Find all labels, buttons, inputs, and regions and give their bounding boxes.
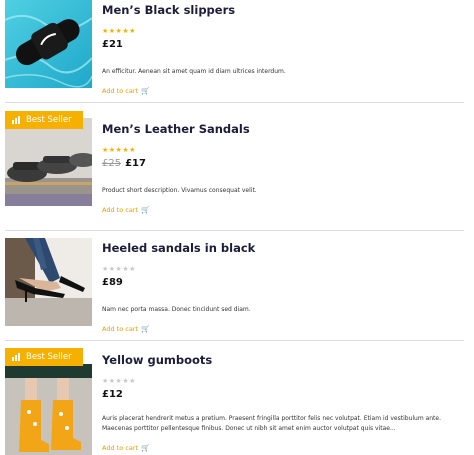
divider bbox=[5, 340, 464, 341]
star-icon: ★★★★★ bbox=[102, 27, 136, 35]
star-rating: ★★★★★ bbox=[102, 27, 464, 35]
product-info: Yellow gumboots ★★★★★ £12 Auris placerat… bbox=[102, 353, 464, 452]
product-description: Product short description. Vivamus conse… bbox=[102, 187, 257, 194]
add-to-cart-label: Add to cart bbox=[102, 206, 139, 214]
divider bbox=[5, 102, 464, 103]
badge-label: Best Seller bbox=[26, 115, 72, 125]
product-image-slippers[interactable] bbox=[5, 0, 92, 88]
cart-icon: 🛒 bbox=[141, 444, 150, 452]
bar-chart-icon bbox=[12, 353, 20, 361]
price: £25 £17 bbox=[102, 158, 464, 169]
product-title[interactable]: Yellow gumboots bbox=[102, 353, 464, 367]
price: £21 bbox=[102, 39, 464, 50]
star-rating: ★★★★★ bbox=[102, 146, 464, 154]
best-seller-badge: Best Seller bbox=[5, 111, 83, 129]
product-image-sandals[interactable] bbox=[5, 118, 92, 206]
old-price: £25 bbox=[102, 158, 122, 169]
add-to-cart-label: Add to cart bbox=[102, 325, 139, 333]
add-to-cart-label: Add to cart bbox=[102, 87, 139, 95]
star-icon: ★★★★★ bbox=[102, 265, 136, 273]
product-title[interactable]: Men’s Black slippers bbox=[102, 3, 464, 17]
product-title[interactable]: Men’s Leather Sandals bbox=[102, 122, 464, 136]
product-description: An efficitur. Aenean sit amet quam id di… bbox=[102, 68, 286, 75]
add-to-cart-button[interactable]: Add to cart 🛒 bbox=[102, 325, 464, 333]
cart-icon: 🛒 bbox=[141, 206, 150, 214]
product-title[interactable]: Heeled sandals in black bbox=[102, 241, 464, 255]
gumboots-image bbox=[5, 364, 92, 455]
sandals-image bbox=[5, 118, 92, 206]
current-price: £89 bbox=[102, 277, 123, 288]
heels-image bbox=[5, 238, 92, 326]
product-description: Nam nec porta massa. Donec tincidunt sed… bbox=[102, 306, 251, 313]
product-info: Men’s Black slippers ★★★★★ £21 An effici… bbox=[102, 3, 464, 95]
divider bbox=[5, 230, 464, 231]
product-image-gumboots[interactable] bbox=[5, 364, 92, 455]
cart-icon: 🛒 bbox=[141, 325, 150, 333]
product-image-heels[interactable] bbox=[5, 238, 92, 326]
add-to-cart-button[interactable]: Add to cart 🛒 bbox=[102, 87, 464, 95]
product-description: Auris placerat hendrerit metus a pretium… bbox=[102, 415, 441, 432]
best-seller-badge: Best Seller bbox=[5, 348, 83, 366]
star-rating: ★★★★★ bbox=[102, 377, 464, 385]
add-to-cart-button[interactable]: Add to cart 🛒 bbox=[102, 444, 464, 452]
current-price: £21 bbox=[102, 39, 123, 50]
star-rating: ★★★★★ bbox=[102, 265, 464, 273]
price: £89 bbox=[102, 277, 464, 288]
badge-label: Best Seller bbox=[26, 352, 72, 362]
product-list: Men’s Black slippers ★★★★★ £21 An effici… bbox=[0, 0, 474, 455]
current-price: £17 bbox=[125, 158, 146, 169]
current-price: £12 bbox=[102, 389, 123, 400]
star-icon: ★★★★★ bbox=[102, 377, 136, 385]
add-to-cart-label: Add to cart bbox=[102, 444, 139, 452]
bar-chart-icon bbox=[12, 116, 20, 124]
cart-icon: 🛒 bbox=[141, 87, 150, 95]
product-info: Heeled sandals in black ★★★★★ £89 Nam ne… bbox=[102, 241, 464, 333]
product-info: Men’s Leather Sandals ★★★★★ £25 £17 Produ… bbox=[102, 122, 464, 214]
add-to-cart-button[interactable]: Add to cart 🛒 bbox=[102, 206, 464, 214]
slippers-image bbox=[5, 0, 92, 88]
price: £12 bbox=[102, 389, 464, 400]
star-icon: ★★★★★ bbox=[102, 146, 136, 154]
